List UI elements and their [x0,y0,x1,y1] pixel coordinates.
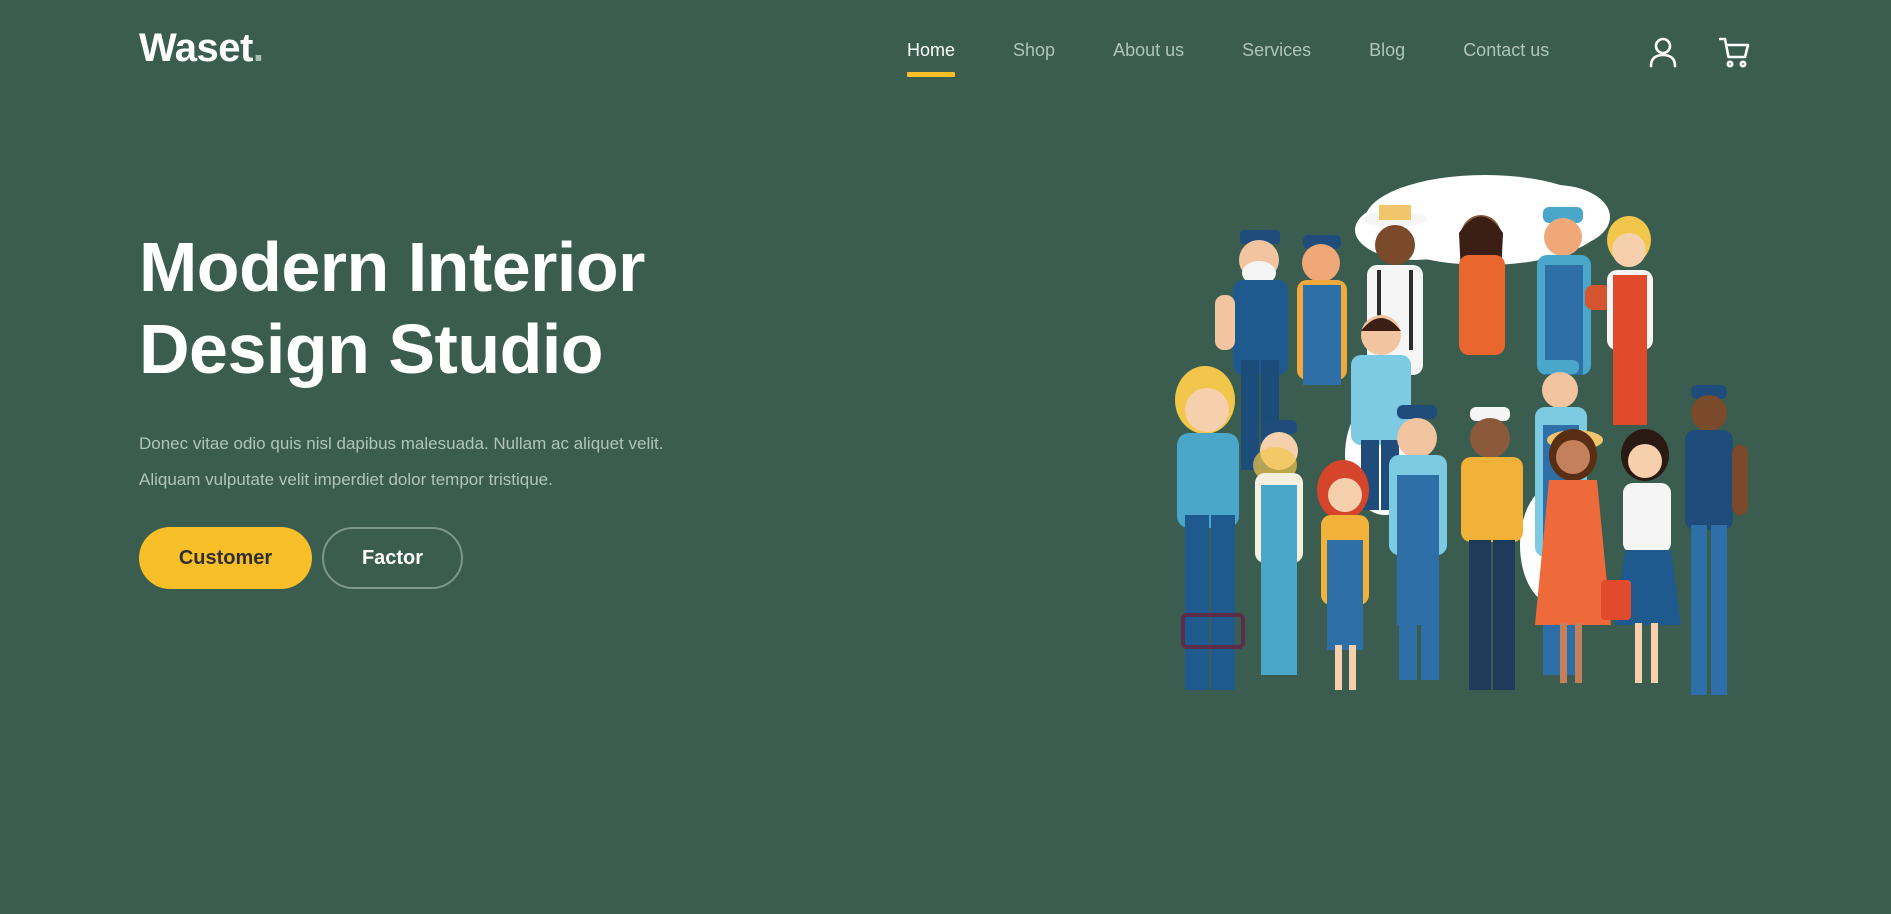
user-icon[interactable] [1649,36,1677,73]
cart-icon[interactable] [1718,36,1751,73]
factor-button[interactable]: Factor [322,527,463,589]
workers-group-illustration [1175,175,1748,695]
hero-description: Donec vitae odio quis nisl dapibus males… [139,434,664,489]
nav-item-home[interactable]: Home [907,40,956,77]
brand-logo[interactable]: Waset. [139,26,264,71]
nav-item-blog[interactable]: Blog [1369,40,1405,61]
nav-item-services[interactable]: Services [1242,40,1311,61]
nav-item-about-us[interactable]: About us [1113,40,1184,61]
customer-button[interactable]: Customer [139,527,312,589]
hero-title-line-2: Design Studio [139,310,604,388]
nav-item-contact-us[interactable]: Contact us [1463,40,1549,61]
hero-title: Modern Interior Design Studio [139,226,645,390]
nav-item-shop[interactable]: Shop [1013,40,1055,61]
main-nav: Home Shop About us Services Blog Contact… [907,40,1607,77]
brand-dot: . [252,26,264,70]
brand-name: Waset [139,26,253,70]
hero-title-line-1: Modern Interior [139,228,645,306]
